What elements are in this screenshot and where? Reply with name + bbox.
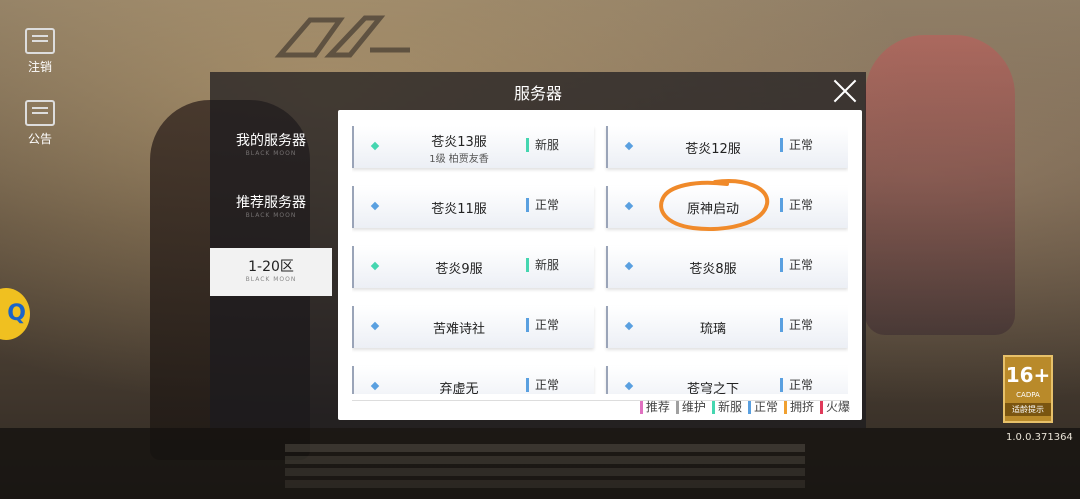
server-card[interactable]: 苍炎9服 新服 [352,246,594,288]
legend-recommend: 推荐 [639,401,670,414]
server-select-dialog: 服务器 我的服务器 BLACK MOON 推荐服务器 BLACK MOON 1-… [210,72,866,428]
server-name: 弃虚无 [439,382,479,394]
server-name: 苍穹之下 [686,382,739,394]
diamond-icon [624,261,634,271]
notice-button[interactable]: 公告 [16,100,64,147]
diamond-icon [370,381,380,391]
character-art-right [865,35,1015,335]
legend-new: 新服 [711,401,742,414]
diamond-icon [624,201,634,211]
logo-graphic [274,15,410,58]
server-status: 正常 [526,318,559,332]
age-rating: 16+ [1005,363,1051,387]
tab-label: 1-20区 [248,259,294,275]
server-card[interactable]: 琉璃 正常 [606,306,848,348]
server-name: 琉璃 [699,322,726,337]
legal-text-blur [285,440,805,492]
diamond-icon [624,321,634,331]
legend-crowded: 拥挤 [783,401,814,414]
server-grid[interactable]: 苍炎13服 1级 柏贾友香 新服 苍炎12服 正常 苍炎11服 正常 原神启动 … [352,126,848,394]
tab-label: 推荐服务器 [236,195,306,211]
rating-tip: 适龄提示 [1005,403,1051,416]
server-name: 苍炎11服 [431,202,487,217]
version-label: 1.0.0.371364 [1006,432,1073,443]
diamond-icon [370,201,380,211]
server-card[interactable]: 苍炎12服 正常 [606,126,848,168]
legend-normal: 正常 [747,401,778,414]
server-card[interactable]: 弃虚无 正常 [352,366,594,394]
server-card[interactable]: 苦难诗社 正常 [352,306,594,348]
rating-org: CADPA [1016,391,1040,399]
server-status: 正常 [526,378,559,392]
logout-button[interactable]: 注销 [16,28,64,75]
server-status: 新服 [526,258,559,272]
diamond-icon [370,261,380,271]
server-character: 1级 柏贾友香 [429,154,489,165]
diamond-icon [370,141,380,151]
server-card[interactable]: 苍炎8服 正常 [606,246,848,288]
document-icon [25,100,55,126]
hand-drawn-circle-annotation [659,179,770,231]
legend-hot: 火爆 [819,401,850,414]
server-list-panel: 苍炎13服 1级 柏贾友香 新服 苍炎12服 正常 苍炎11服 正常 原神启动 … [338,110,862,420]
diamond-icon [624,381,634,391]
server-status: 新服 [526,138,559,152]
notice-label: 公告 [27,132,52,146]
server-status: 正常 [526,198,559,212]
tab-my-servers[interactable]: 我的服务器 BLACK MOON [210,122,332,170]
tab-label: 我的服务器 [236,133,306,149]
server-status: 正常 [780,258,813,272]
tab-recommended-servers[interactable]: 推荐服务器 BLACK MOON [210,184,332,232]
status-legend: 推荐 维护 新服 正常 拥挤 火爆 [639,401,850,414]
server-card[interactable]: 苍炎11服 正常 [352,186,594,228]
server-name: 苍炎13服 [431,135,487,150]
diamond-icon [624,141,634,151]
game-logo [270,10,420,70]
tab-sublabel: BLACK MOON [245,212,297,219]
server-status: 正常 [780,378,813,392]
tab-sublabel: BLACK MOON [245,150,297,157]
server-name: 苍炎9服 [435,262,483,277]
server-card[interactable]: 苍炎13服 1级 柏贾友香 新服 [352,126,594,168]
tab-sublabel: BLACK MOON [245,276,297,283]
close-icon[interactable] [832,78,858,104]
legend-maintenance: 维护 [675,401,706,414]
server-status: 正常 [780,198,813,212]
age-rating-badge: 16+ CADPA 适龄提示 [1003,355,1053,423]
server-name: 苦难诗社 [432,322,485,337]
dialog-title: 服务器 [513,84,562,103]
diamond-icon [370,321,380,331]
server-status: 正常 [780,318,813,332]
server-name: 苍炎8服 [689,262,737,277]
server-name: 苍炎12服 [685,142,741,157]
server-status: 正常 [780,138,813,152]
tab-zone-1-20[interactable]: 1-20区 BLACK MOON [210,248,332,296]
logout-label: 注销 [27,60,52,74]
server-card[interactable]: 苍穹之下 正常 [606,366,848,394]
monitor-icon [25,28,55,54]
